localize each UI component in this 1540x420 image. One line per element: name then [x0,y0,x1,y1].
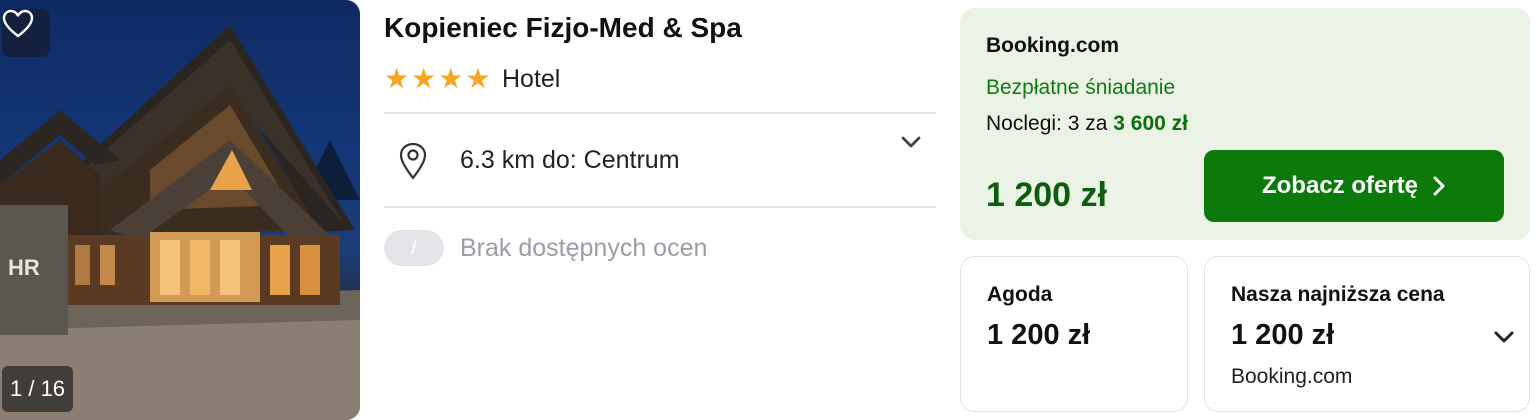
hotel-photo[interactable]: HR 1 / 16 [0,0,360,420]
main-offer-card[interactable]: Booking.com Bezpłatne śniadanie Noclegi:… [960,8,1530,240]
favorite-button[interactable] [2,9,50,57]
heart-outline-icon [2,9,34,38]
nights-label: Noclegi: 3 za [986,112,1108,135]
offer-price: 1 200 zł [1231,319,1335,351]
offer-nights: Noclegi: 3 za 3 600 zł [986,112,1188,136]
hotel-name[interactable]: Kopieniec Fizjo-Med & Spa [384,12,742,44]
chevron-right-icon [1433,176,1445,196]
divider [384,112,936,114]
divider [384,206,936,208]
rating-badge: / [384,230,444,266]
star-icon: ★ [438,63,464,94]
offer-perk: Bezpłatne śniadanie [986,76,1176,99]
star-icon: ★ [465,63,491,94]
offer-provider: Booking.com [1231,365,1353,388]
rating-text: Brak dostępnych ocen [460,234,708,262]
view-offer-button[interactable]: Zobacz ofertę [1204,150,1504,222]
photo-counter: 1 / 16 [2,366,74,412]
view-offer-label: Zobacz ofertę [1261,172,1419,199]
distance-text: 6.3 km do: Centrum [460,146,680,174]
offer-card-lowest-price[interactable]: Nasza najniższa cena 1 200 zł Booking.co… [1204,256,1530,412]
svg-text:HR: HR [8,255,40,280]
offer-price: 1 200 zł [986,176,1107,214]
hotel-details: Kopieniec Fizjo-Med & Spa ★ ★ ★ ★ Hotel … [384,0,936,420]
star-icon: ★ [411,63,437,94]
offer-price: 1 200 zł [987,319,1091,351]
hotel-type: Hotel [502,65,561,93]
nights-total: 3 600 zł [1113,112,1188,135]
location-toggle[interactable]: 6.3 km do: Centrum [384,128,936,194]
star-rating: ★ ★ ★ ★ [384,64,490,94]
map-pin-icon [399,142,427,180]
offer-card-agoda[interactable]: Agoda 1 200 zł [960,256,1188,412]
chevron-down-icon [901,136,921,148]
offer-provider: Booking.com [986,34,1120,57]
chevron-down-icon[interactable] [1493,329,1515,345]
offer-provider: Agoda [987,283,1053,306]
star-icon: ★ [384,63,410,94]
hotel-building-image: HR [0,25,360,420]
offer-title: Nasza najniższa cena [1231,283,1445,306]
